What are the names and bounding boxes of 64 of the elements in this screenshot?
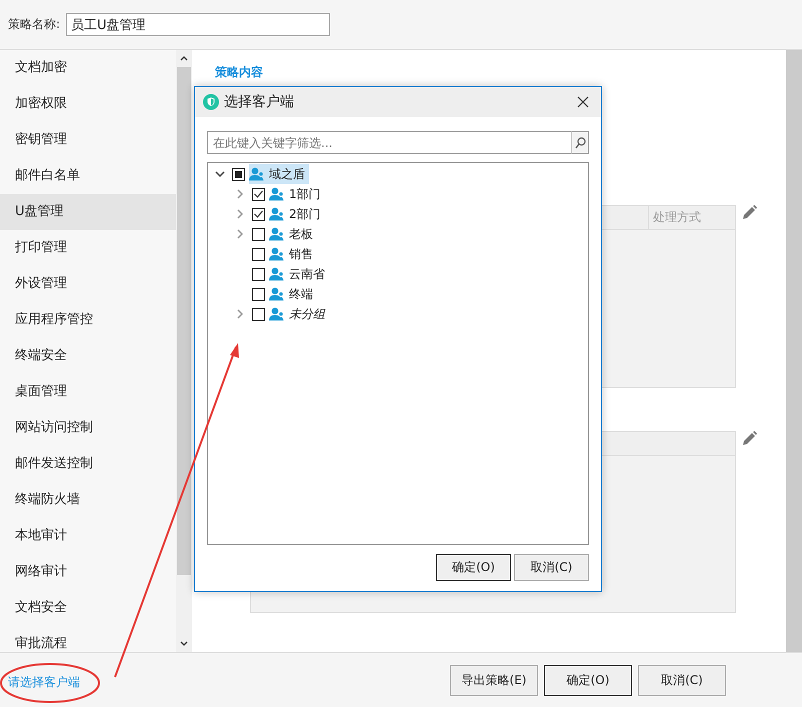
tree-item[interactable]: 域之盾: [249, 164, 309, 184]
scroll-up-icon[interactable]: [180, 56, 188, 61]
user-group-icon: [249, 167, 265, 181]
checkbox[interactable]: [252, 188, 265, 200]
close-icon[interactable]: [577, 96, 589, 108]
checkbox[interactable]: [252, 308, 265, 320]
sidebar-item[interactable]: 外设管理: [0, 266, 176, 302]
checkbox[interactable]: [252, 268, 265, 280]
sidebar-item[interactable]: 密钥管理: [0, 122, 176, 158]
search-field[interactable]: 在此键入关键字筛选...: [207, 131, 571, 154]
dialog-button[interactable]: 取消(C): [514, 554, 589, 581]
sidebar-item[interactable]: 应用程序管控: [0, 302, 176, 338]
search-button[interactable]: [571, 131, 589, 154]
tree-item[interactable]: 销售: [269, 244, 317, 264]
footer-button[interactable]: 导出策略(E): [450, 664, 538, 696]
user-group-icon: [269, 267, 285, 281]
checkbox[interactable]: [252, 288, 265, 300]
section-title: 策略内容: [215, 64, 264, 81]
user-group-icon: [269, 247, 285, 261]
user-group-icon: [269, 287, 285, 301]
user-group-icon: [269, 307, 285, 321]
sidebar-item[interactable]: 审批流程: [0, 626, 176, 652]
tree-item[interactable]: 云南省: [269, 264, 329, 284]
checkbox[interactable]: [232, 168, 245, 180]
scroll-down-icon[interactable]: [180, 641, 188, 646]
sidebar-item[interactable]: 终端安全: [0, 338, 176, 374]
pencil-icon[interactable]: [742, 431, 757, 446]
checkbox[interactable]: [252, 228, 265, 240]
user-group-icon: [269, 227, 285, 241]
tree-item[interactable]: 2部门: [269, 204, 325, 224]
policy-name-label: 策略名称:: [8, 16, 60, 33]
search-icon[interactable]: [574, 136, 586, 148]
tree-item[interactable]: 终端: [269, 284, 317, 304]
scrollbar[interactable]: [176, 50, 192, 652]
tree-item[interactable]: 未分组: [269, 304, 329, 324]
dialog-title: 选择客户端: [224, 93, 295, 111]
sidebar-item[interactable]: 网络审计: [0, 554, 176, 590]
tree-item[interactable]: 1部门: [269, 184, 325, 204]
sidebar-item[interactable]: 文档安全: [0, 590, 176, 626]
checkbox[interactable]: [252, 208, 265, 220]
footer-button[interactable]: 确定(O): [544, 664, 632, 696]
shield-logo-icon: [203, 94, 219, 110]
sidebar-item[interactable]: 文档加密: [0, 50, 176, 86]
column-header: 处理方式: [648, 206, 735, 229]
user-group-icon: [269, 207, 285, 221]
chevron-down-icon[interactable]: [215, 171, 225, 177]
sidebar-item[interactable]: 加密权限: [0, 86, 176, 122]
sidebar-item[interactable]: 桌面管理: [0, 374, 176, 410]
sidebar-item[interactable]: 邮件白名单: [0, 158, 176, 194]
sidebar-item[interactable]: 打印管理: [0, 230, 176, 266]
chevron-right-icon[interactable]: [237, 309, 243, 319]
pencil-icon[interactable]: [742, 205, 757, 220]
checkbox[interactable]: [252, 248, 265, 260]
sidebar-item[interactable]: 邮件发送控制: [0, 446, 176, 482]
sidebar-item[interactable]: 网站访问控制: [0, 410, 176, 446]
sidebar-item[interactable]: U盘管理: [0, 194, 176, 230]
sidebar-item[interactable]: 本地审计: [0, 518, 176, 554]
policy-name-field[interactable]: 员工U盘管理: [66, 13, 330, 36]
user-group-icon: [269, 187, 285, 201]
tree-item[interactable]: 老板: [269, 224, 317, 244]
sidebar-item[interactable]: 终端防火墙: [0, 482, 176, 518]
footer-button[interactable]: 取消(C): [638, 664, 726, 696]
dialog-button[interactable]: 确定(O): [436, 554, 511, 581]
scrollbar[interactable]: [786, 50, 802, 652]
